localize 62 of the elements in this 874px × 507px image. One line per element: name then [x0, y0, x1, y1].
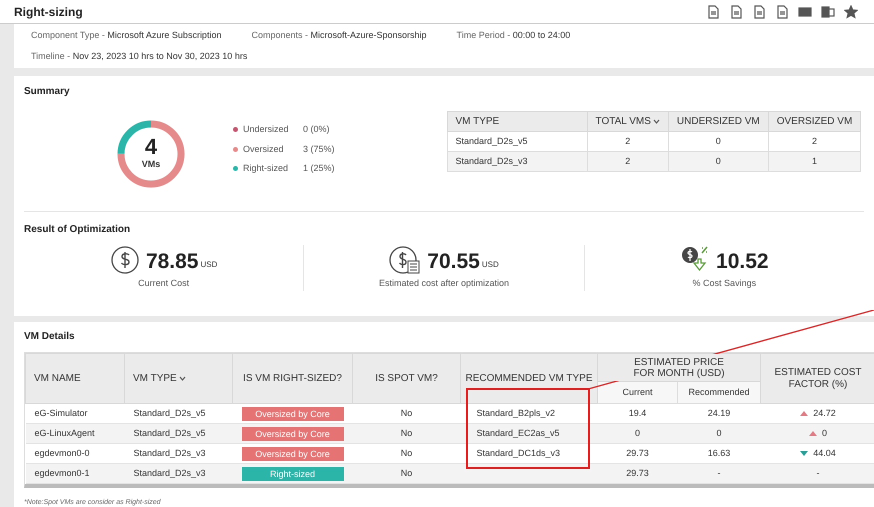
timeline-text: Timeline - Nov 23, 2023 10 hrs to Nov 30, 2023 10 hrs	[31, 50, 248, 63]
table-cell: 1	[768, 152, 861, 172]
table-cell: -	[678, 464, 761, 484]
table-cell: egdevmon0-1	[26, 464, 124, 484]
status-badge: Oversized by Core	[242, 426, 344, 440]
legend-value: 3 (75%)	[303, 142, 335, 156]
star-icon[interactable]	[842, 2, 860, 20]
filter-text: Time Period - 00:00 to 24:00	[456, 28, 570, 42]
table-cell: Standard_DC1ds_v3	[476, 448, 560, 458]
column-header[interactable]: OVERSIZED VM	[768, 112, 861, 132]
column-header[interactable]: IS SPOT VM?	[352, 354, 460, 404]
total-label: VMs	[142, 158, 160, 172]
dollar-calculator-icon	[389, 245, 422, 275]
column-header[interactable]: TOTAL VMS	[587, 112, 668, 132]
column-header[interactable]: Current	[598, 382, 678, 404]
metric-label: % Cost Savings	[692, 277, 756, 290]
table-cell: Standard_D2s_v3	[124, 464, 232, 484]
table-cell: 0	[668, 152, 768, 172]
column-header[interactable]: ESTIMATED PRICE FOR MONTH (USD)	[598, 354, 761, 382]
metric-value: 70.55	[427, 249, 480, 275]
column-header[interactable]: VM NAME	[26, 354, 124, 404]
total-count: 4	[144, 136, 158, 158]
metric-unit: USD	[482, 259, 499, 271]
status-badge: Right-sized	[242, 466, 344, 480]
column-header[interactable]: VM TYPE	[447, 112, 588, 132]
window-title: Right-sizing	[14, 4, 83, 20]
metric-label: Current Cost	[138, 277, 190, 290]
dollar-icon	[110, 245, 140, 275]
section-title: VM Details	[24, 331, 75, 342]
table-cell: Standard_D2s_v3	[447, 152, 588, 172]
legend-value: 0 (0%)	[303, 123, 330, 136]
filter-text: Component Type - Microsoft Azure Subscription	[31, 28, 222, 42]
status-badge: Oversized by Core	[242, 406, 344, 420]
sort-icon[interactable]	[178, 374, 186, 382]
column-header[interactable]: IS VM RIGHT-SIZED?	[232, 354, 352, 404]
filter-text: Components - Microsoft-Azure-Sponsorship	[251, 28, 427, 42]
column-header[interactable]: ESTIMATED COST FACTOR (%)	[760, 354, 874, 404]
column-header[interactable]: Recommended	[678, 382, 761, 404]
table-cell-text: 0	[822, 426, 828, 440]
legend-label: Undersized	[243, 123, 290, 136]
table-cell: Standard_EC2as_v5	[476, 428, 560, 438]
table-cell: Standard_B2pls_v2	[476, 408, 556, 418]
table-cell: No	[352, 464, 460, 484]
legend-label: Oversized	[243, 142, 285, 156]
metric-label: Estimated cost after optimization	[378, 277, 510, 290]
metric-unit: USD	[200, 259, 218, 271]
legend-value: 1 (25%)	[303, 162, 335, 175]
table-cell-text: 24.72	[813, 406, 836, 420]
metric-value: 10.52	[716, 249, 769, 275]
section-title: Summary	[24, 86, 70, 97]
column-header[interactable]: VM TYPE	[124, 354, 232, 404]
table-cell: 29.73	[598, 464, 678, 484]
section-title: Result of Optimization	[24, 224, 130, 235]
sort-icon[interactable]	[652, 118, 660, 125]
status-badge: Oversized by Core	[242, 446, 344, 460]
column-header[interactable]: UNDERSIZED VM	[668, 112, 768, 132]
legend-label: Right-sized	[243, 162, 290, 175]
metric-value: 78.85	[146, 249, 198, 275]
table-cell: 2	[587, 152, 668, 172]
table-cell-text: 44.04	[813, 446, 836, 460]
column-header[interactable]: RECOMMENDED VM TYPE	[460, 354, 598, 404]
table-cell-text: -	[816, 466, 820, 480]
